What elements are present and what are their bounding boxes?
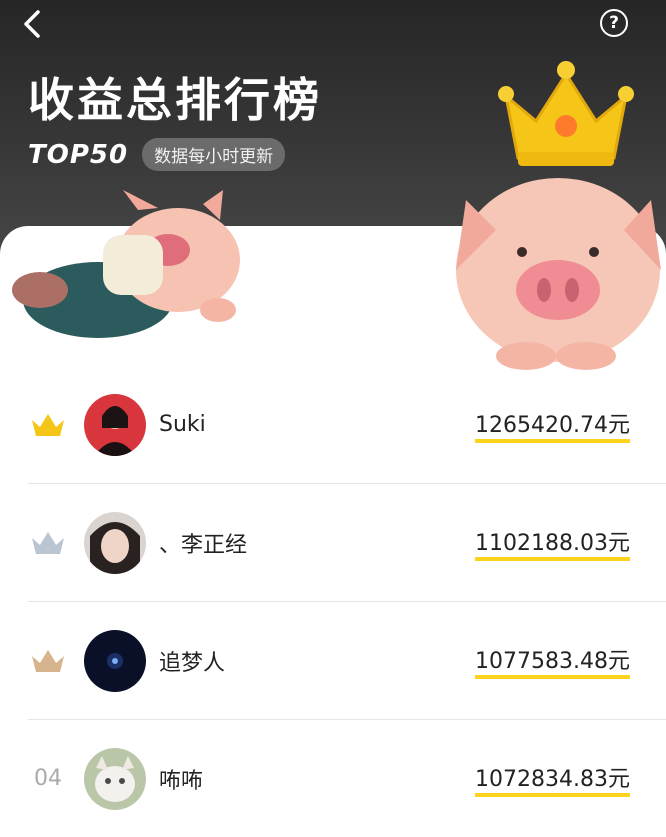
- crown-illustration: [498, 61, 634, 166]
- avatar[interactable]: [84, 511, 146, 574]
- ranking-list: Suki 1265420.74元 、李正经 1102188.03元 追梦人 10…: [0, 366, 666, 837]
- earnings-amount: 1102188.03元: [475, 524, 630, 561]
- bronze-crown-icon: [32, 649, 64, 672]
- rank-2-badge: [28, 523, 68, 563]
- user-name[interactable]: Suki: [159, 412, 206, 437]
- avatar[interactable]: [84, 393, 146, 456]
- user-name[interactable]: 、李正经: [159, 527, 247, 559]
- back-button[interactable]: [14, 6, 50, 42]
- earnings-amount: 1072834.83元: [475, 760, 630, 797]
- rank-1-badge: [28, 405, 68, 445]
- earnings-amount: 1265420.74元: [475, 406, 630, 443]
- pig-mascot-sitting: [456, 178, 661, 370]
- silver-crown-icon: [32, 531, 64, 554]
- user-name[interactable]: 追梦人: [159, 645, 225, 677]
- user-name[interactable]: 咘咘: [159, 763, 203, 795]
- rank-3-badge: [28, 641, 68, 681]
- page-title: 收益总排行榜: [28, 73, 322, 127]
- question-circle-icon: ?: [609, 13, 619, 33]
- gold-crown-icon: [32, 413, 64, 436]
- help-button[interactable]: ?: [600, 9, 628, 37]
- subtitle-row: TOP50 数据每小时更新: [28, 138, 286, 171]
- ranking-row-2[interactable]: 、李正经 1102188.03元: [28, 483, 666, 601]
- top-label: TOP50: [28, 139, 129, 170]
- ranking-row-4[interactable]: 04 咘咘 1072834.83元: [28, 719, 666, 837]
- ranking-row-3[interactable]: 追梦人 1077583.48元: [28, 601, 666, 719]
- avatar[interactable]: [84, 629, 146, 692]
- update-badge: 数据每小时更新: [142, 138, 286, 171]
- rank-4-number: 04: [34, 766, 62, 791]
- earnings-amount: 1077583.48元: [475, 642, 630, 679]
- avatar[interactable]: [84, 747, 146, 810]
- chevron-left-icon: [24, 10, 40, 38]
- ranking-row-1[interactable]: Suki 1265420.74元: [0, 366, 666, 483]
- pig-mascot-lying: [12, 190, 240, 338]
